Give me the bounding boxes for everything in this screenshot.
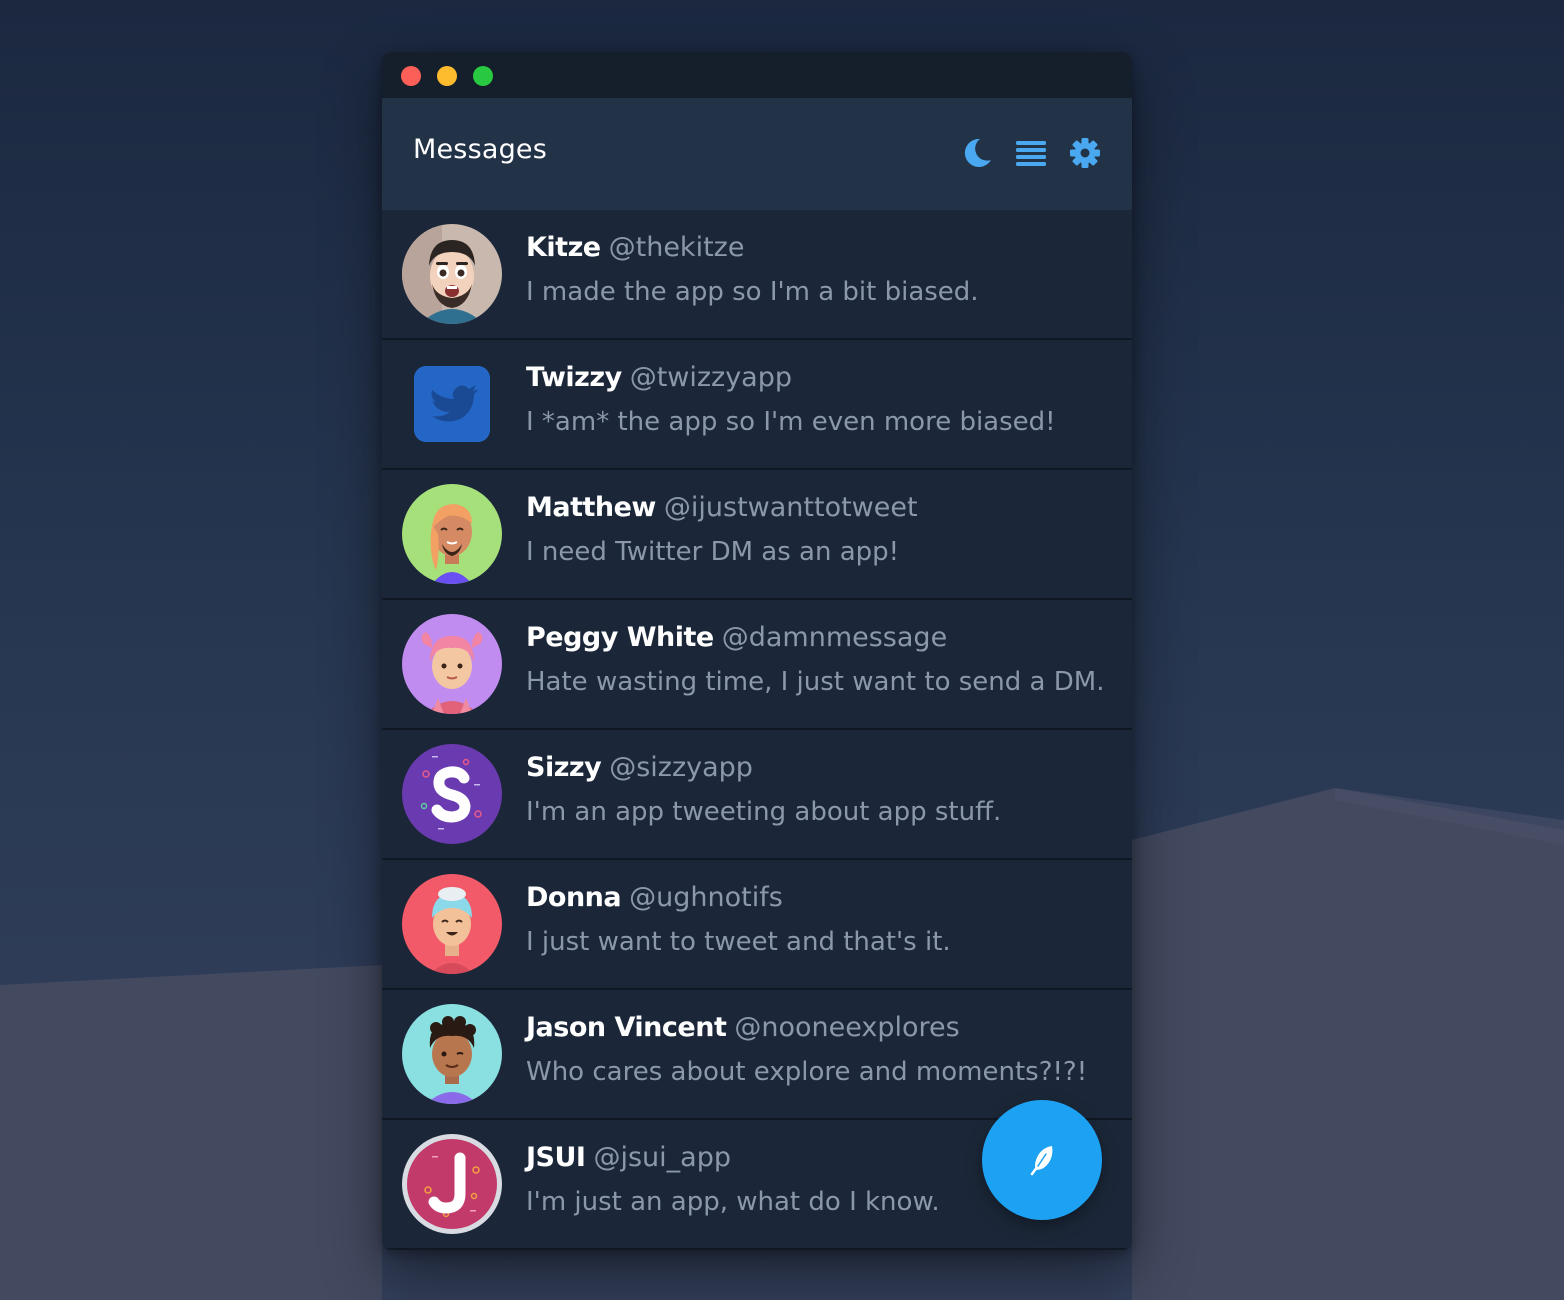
message-preview: I made the app so I'm a bit biased. <box>526 277 979 307</box>
jason-avatar <box>402 1004 502 1104</box>
conversation-header: Kitze @thekitze <box>526 232 744 263</box>
contact-handle: @thekitze <box>608 232 745 263</box>
contact-name: Kitze <box>526 232 601 263</box>
compose-button[interactable] <box>982 1100 1102 1220</box>
messages-window: Messages Kitze @thekitze I made the app … <box>382 52 1132 1250</box>
contact-name: Sizzy <box>526 752 602 783</box>
contact-handle: @sizzyapp <box>609 752 753 783</box>
conversation-row[interactable]: Jason Vincent @nooneexplores Who cares ab… <box>382 990 1132 1120</box>
maximize-window-button[interactable] <box>473 66 493 86</box>
conversation-header: Sizzy @sizzyapp <box>526 752 753 783</box>
message-preview: I just want to tweet and that's it. <box>526 927 951 957</box>
message-preview: Hate wasting time, I just want to send a… <box>526 667 1105 697</box>
contact-name: JSUI <box>526 1142 586 1173</box>
close-window-button[interactable] <box>401 66 421 86</box>
contact-name: Peggy White <box>526 622 714 653</box>
peggy-avatar <box>402 614 502 714</box>
gear-icon[interactable] <box>1068 136 1102 170</box>
contact-handle: @twizzyapp <box>629 362 793 393</box>
menu-icon[interactable] <box>1014 136 1048 170</box>
page-title: Messages <box>413 134 548 165</box>
message-preview: Who cares about explore and moments?!?! <box>526 1057 1088 1087</box>
twizzy-avatar <box>402 354 502 454</box>
contact-handle: @ijustwanttotweet <box>663 492 918 523</box>
conversation-header: Donna @ughnotifs <box>526 882 783 913</box>
conversation-row[interactable]: Kitze @thekitze I made the app so I'm a b… <box>382 210 1132 340</box>
conversation-header: Jason Vincent @nooneexplores <box>526 1012 960 1043</box>
minimize-window-button[interactable] <box>437 66 457 86</box>
contact-name: Jason Vincent <box>526 1012 727 1043</box>
conversation-list: Kitze @thekitze I made the app so I'm a b… <box>382 210 1132 1250</box>
conversation-row[interactable]: Peggy White @damnmessage Hate wasting tim… <box>382 600 1132 730</box>
conversation-row[interactable]: Sizzy @sizzyapp I'm an app tweeting about… <box>382 730 1132 860</box>
message-preview: I'm just an app, what do I know. <box>526 1187 940 1217</box>
contact-name: Donna <box>526 882 622 913</box>
jsui-avatar <box>402 1134 502 1234</box>
message-preview: I *am* the app so I'm even more biased! <box>526 407 1056 437</box>
moon-icon[interactable] <box>959 136 993 170</box>
conversation-header: Matthew @ijustwanttotweet <box>526 492 918 523</box>
contact-handle: @damnmessage <box>721 622 948 653</box>
conversation-row[interactable]: Matthew @ijustwanttotweet I need Twitter … <box>382 470 1132 600</box>
sizzy-avatar <box>402 744 502 844</box>
kitze-avatar <box>402 224 502 324</box>
conversation-row[interactable]: Twizzy @twizzyapp I *am* the app so I'm e… <box>382 340 1132 470</box>
contact-handle: @jsui_app <box>593 1142 731 1173</box>
donna-avatar <box>402 874 502 974</box>
title-bar[interactable] <box>382 52 1132 98</box>
conversation-header: Peggy White @damnmessage <box>526 622 947 653</box>
contact-handle: @ughnotifs <box>629 882 783 913</box>
feather-icon <box>1030 1146 1053 1176</box>
conversation-header: Twizzy @twizzyapp <box>526 362 792 393</box>
conversation-header: JSUI @jsui_app <box>526 1142 731 1173</box>
matthew-avatar <box>402 484 502 584</box>
contact-name: Matthew <box>526 492 656 523</box>
conversation-row[interactable]: Donna @ughnotifs I just want to tweet and… <box>382 860 1132 990</box>
contact-handle: @nooneexplores <box>734 1012 960 1043</box>
message-preview: I need Twitter DM as an app! <box>526 537 900 567</box>
app-header: Messages <box>382 98 1132 211</box>
message-preview: I'm an app tweeting about app stuff. <box>526 797 1002 827</box>
contact-name: Twizzy <box>526 362 622 393</box>
